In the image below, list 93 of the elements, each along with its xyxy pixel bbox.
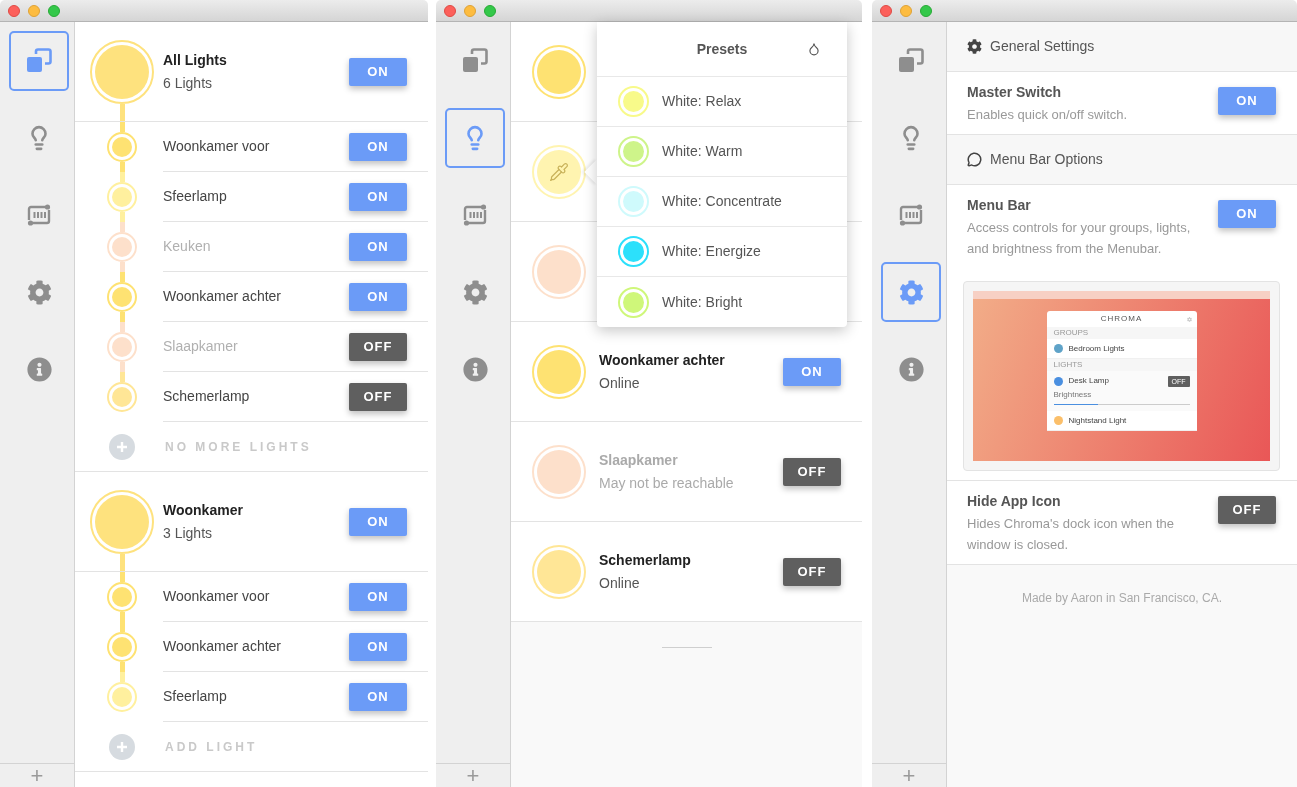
light-name: Keuken <box>163 237 211 256</box>
sidebar-tab[interactable] <box>445 108 505 168</box>
toggle-button[interactable]: OFF <box>783 457 841 486</box>
preset-item[interactable]: White: Relax <box>597 77 847 127</box>
light-status: May not be reachable <box>599 473 734 493</box>
mini-section-heading: GROUPS <box>1053 327 1089 339</box>
popover-title: Presets <box>696 39 748 59</box>
light-row[interactable]: Schemerlamp Online OFF <box>511 522 862 622</box>
toggle-button[interactable]: ON <box>349 507 407 536</box>
light-name: Schemerlamp <box>163 387 250 406</box>
zoom-button[interactable] <box>48 4 60 17</box>
add-icon[interactable] <box>109 433 135 460</box>
settings-icon <box>898 279 924 305</box>
toggle-button[interactable]: ON <box>349 632 407 661</box>
zoom-button[interactable] <box>920 4 932 17</box>
scenes-icon <box>898 203 924 227</box>
close-button[interactable] <box>880 4 892 17</box>
section-title: General Settings <box>990 37 1095 56</box>
mini-light-name: Desk Lamp <box>1068 375 1110 387</box>
add-button[interactable]: + <box>30 764 44 787</box>
toggle-button[interactable]: ON <box>1218 200 1276 228</box>
sidebar-tab[interactable] <box>9 31 69 91</box>
settings-icon <box>26 279 52 305</box>
preset-item[interactable]: White: Concentrate <box>597 177 847 227</box>
settings-icon <box>462 279 488 305</box>
add-button[interactable]: + <box>466 764 480 787</box>
toggle-button[interactable]: OFF <box>349 382 407 411</box>
squares-icon <box>897 47 925 75</box>
light-name: Schemerlamp <box>599 550 691 570</box>
light-name: Woonkamer voor <box>163 137 270 156</box>
toggle-button[interactable]: OFF <box>349 332 407 361</box>
minimize-button[interactable] <box>900 4 912 17</box>
light-status: Online <box>599 373 641 393</box>
group-name: All Lights <box>163 50 227 70</box>
group-name: Woonkamer <box>163 500 243 520</box>
info-icon <box>26 356 52 382</box>
light-status: Online <box>599 573 641 593</box>
light-name: Woonkamer achter <box>599 350 725 370</box>
toggle-button[interactable]: ON <box>349 582 407 611</box>
light-row[interactable]: Slaapkamer May not be reachable OFF <box>511 422 862 522</box>
toggle-button[interactable]: ON <box>349 232 407 261</box>
toggle-button[interactable]: ON <box>349 282 407 311</box>
toggle-button[interactable]: OFF <box>783 557 841 586</box>
setting-title: Master Switch <box>967 83 1063 102</box>
scenes-icon <box>462 203 488 227</box>
toggle-button[interactable]: ON <box>349 57 407 86</box>
light-row[interactable]: Woonkamer achter Online ON <box>511 322 862 422</box>
minimize-button[interactable] <box>464 4 476 17</box>
setting-description: Access controls for your groups, lights, and brightness from the Menubar. <box>967 219 1192 258</box>
squares-icon <box>25 47 53 75</box>
mini-settings-icon <box>1186 316 1192 322</box>
scenes-icon <box>26 203 52 227</box>
mini-section-heading: LIGHTS <box>1053 359 1083 371</box>
info-icon <box>462 356 488 382</box>
light-name: Sfeerlamp <box>163 187 227 206</box>
credits-text: Made by Aaron in San Francisco, CA. <box>1021 590 1223 607</box>
light-count: 3 Lights <box>163 523 214 543</box>
zoom-button[interactable] <box>484 4 496 17</box>
info-icon <box>898 356 924 382</box>
toggle-button[interactable]: ON <box>349 682 407 711</box>
mini-light-name: Bedroom Lights <box>1068 342 1125 355</box>
mini-app-title: CHROMA <box>1100 313 1143 325</box>
light-name: Woonkamer voor <box>163 587 270 606</box>
toggle-button[interactable]: OFF <box>1218 496 1276 524</box>
squares-icon <box>461 47 489 75</box>
settings-icon <box>967 39 982 54</box>
sidebar-tab[interactable] <box>881 262 941 322</box>
close-button[interactable] <box>444 4 456 17</box>
setting-description: Hides Chroma's dock icon when the window is closed. <box>967 515 1175 554</box>
toggle-button[interactable]: ON <box>783 357 841 386</box>
light-name: Woonkamer achter <box>163 287 281 306</box>
setting-description: Enables quick on/off switch. <box>967 106 1129 124</box>
speech-bubble-icon <box>967 152 982 167</box>
minimize-button[interactable] <box>28 4 40 17</box>
mini-slider-label: Brightness <box>1053 389 1093 401</box>
light-name: Slaapkamer <box>163 337 238 356</box>
setting-title: Hide App Icon <box>967 492 1062 511</box>
setting-title: Menu Bar <box>967 196 1032 215</box>
add-button[interactable]: + <box>902 764 916 787</box>
light-count: 6 Lights <box>163 73 214 93</box>
preset-item[interactable]: White: Energize <box>597 227 847 277</box>
toggle-button[interactable]: ON <box>349 132 407 161</box>
droplet-icon[interactable] <box>807 42 821 56</box>
toggle-button[interactable]: ON <box>1218 87 1276 115</box>
add-icon[interactable] <box>109 733 135 760</box>
mini-light-name: Nightstand Light <box>1068 414 1127 427</box>
preset-item[interactable]: White: Warm <box>597 127 847 177</box>
toggle-button[interactable]: ON <box>349 182 407 211</box>
light-name: Woonkamer achter <box>163 637 281 656</box>
section-title: Menu Bar Options <box>990 150 1103 169</box>
light-name: Sfeerlamp <box>163 687 227 706</box>
close-button[interactable] <box>8 4 20 17</box>
light-name: Slaapkamer <box>599 450 679 470</box>
